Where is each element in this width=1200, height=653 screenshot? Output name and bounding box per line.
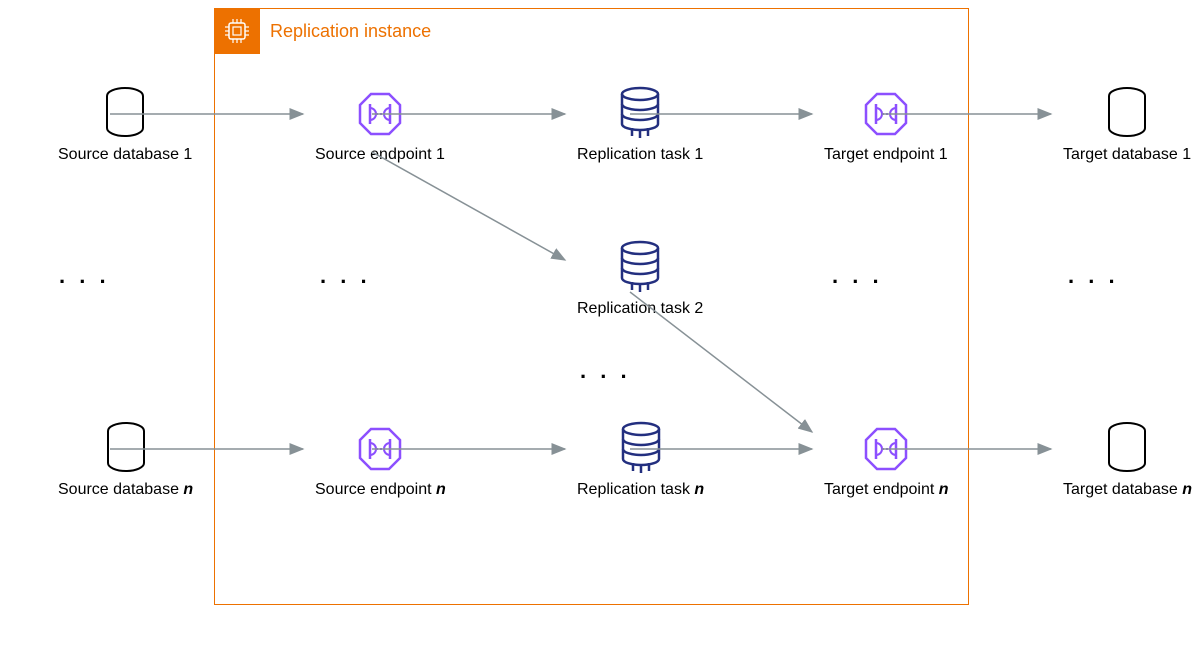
- task-icon: [618, 86, 662, 138]
- replication-task-1: Replication task 1: [577, 86, 703, 164]
- target-endpoint-1-label: Target endpoint 1: [824, 146, 948, 164]
- chip-icon: [214, 8, 260, 54]
- database-icon: [104, 421, 148, 473]
- replication-task-n-label: Replication task n: [577, 481, 704, 499]
- container-title: Replication instance: [270, 21, 431, 42]
- source-endpoint-n-label: Source endpoint n: [315, 481, 446, 499]
- replication-task-n: Replication task n: [577, 421, 704, 499]
- endpoint-icon: [862, 425, 910, 473]
- task-icon: [619, 421, 663, 473]
- endpoint-icon: [356, 425, 404, 473]
- database-icon: [1105, 86, 1149, 138]
- ellipsis: . . .: [59, 263, 110, 289]
- target-endpoint-n-label: Target endpoint n: [824, 481, 949, 499]
- source-database-n-label: Source database n: [58, 481, 193, 499]
- source-endpoint-n: Source endpoint n: [315, 425, 446, 499]
- database-icon: [1105, 421, 1149, 473]
- source-database-1-label: Source database 1: [58, 146, 192, 164]
- database-icon: [103, 86, 147, 138]
- ellipsis: . . .: [832, 263, 883, 289]
- container-header: Replication instance: [214, 8, 431, 54]
- endpoint-icon: [356, 90, 404, 138]
- target-endpoint-n: Target endpoint n: [824, 425, 949, 499]
- ellipsis: . . .: [320, 263, 371, 289]
- endpoint-icon: [862, 90, 910, 138]
- ellipsis: . . .: [580, 358, 631, 384]
- replication-task-1-label: Replication task 1: [577, 146, 703, 164]
- target-database-n-label: Target database n: [1063, 481, 1192, 499]
- replication-task-2-label: Replication task 2: [577, 300, 703, 318]
- source-database-1: Source database 1: [58, 86, 192, 164]
- source-database-n: Source database n: [58, 421, 193, 499]
- ellipsis: . . .: [1068, 263, 1119, 289]
- source-endpoint-1: Source endpoint 1: [315, 90, 445, 164]
- target-database-1-label: Target database 1: [1063, 146, 1191, 164]
- source-endpoint-1-label: Source endpoint 1: [315, 146, 445, 164]
- target-database-1: Target database 1: [1063, 86, 1191, 164]
- task-icon: [618, 240, 662, 292]
- target-endpoint-1: Target endpoint 1: [824, 90, 948, 164]
- target-database-n: Target database n: [1063, 421, 1192, 499]
- replication-task-2: Replication task 2: [577, 240, 703, 318]
